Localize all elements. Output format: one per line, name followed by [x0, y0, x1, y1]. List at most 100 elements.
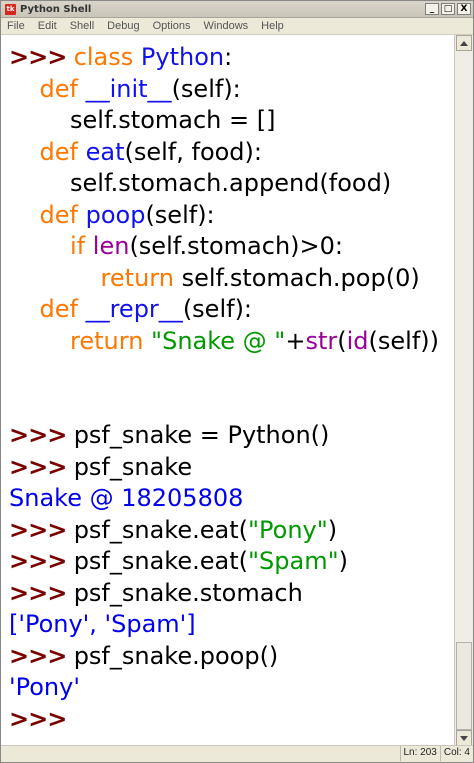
- menu-file[interactable]: File: [7, 20, 25, 32]
- shell-prompt: >>>: [9, 452, 74, 481]
- code-token: __init__: [85, 74, 172, 103]
- shell-line: def __init__(self):: [9, 74, 241, 104]
- menu-windows[interactable]: Windows: [204, 20, 249, 32]
- code-token: id: [346, 326, 369, 355]
- status-col: Col: 4: [439, 746, 473, 761]
- shell-line: self.stomach = []: [9, 105, 275, 135]
- shell-prompt: >>>: [9, 641, 74, 670]
- code-token: (self):: [182, 295, 253, 323]
- code-token: return: [70, 326, 152, 355]
- menu-edit[interactable]: Edit: [38, 20, 57, 32]
- code-token: psf_snake.eat(: [73, 547, 248, 575]
- scroll-track[interactable]: [455, 51, 473, 730]
- shell-line: def __repr__(self):: [9, 294, 253, 324]
- maximize-button[interactable]: □: [441, 3, 455, 15]
- code-token: if: [70, 232, 93, 260]
- shell-prompt: >>>: [9, 578, 74, 607]
- title-left: tk Python Shell: [1, 3, 92, 15]
- code-token: psf_snake.poop(): [73, 641, 279, 670]
- scroll-up-button[interactable]: [456, 35, 472, 51]
- code-token: Snake @ 18205808: [9, 484, 244, 512]
- shell-line: ['Pony', 'Spam']: [9, 609, 196, 639]
- shell-line: >>> psf_snake.poop(): [9, 641, 278, 671]
- code-token: Python: [140, 43, 225, 71]
- menu-bar: File Edit Shell Debug Options Windows He…: [1, 18, 473, 35]
- code-token: def: [39, 200, 86, 229]
- arrow-down-icon: [460, 735, 468, 741]
- code-token: "Spam": [247, 547, 339, 575]
- code-token: def: [39, 295, 86, 323]
- python-shell-window: tk Python Shell _ □ X File Edit Shell De…: [0, 0, 474, 763]
- code-token: len: [92, 232, 130, 260]
- shell-text-area[interactable]: >>> class Python: def __init__(self): se…: [1, 35, 455, 746]
- shell-line: >>>: [9, 704, 74, 734]
- shell-line: >>> psf_snake: [9, 452, 192, 482]
- shell-line: return "Snake @ "+str(id(self)): [9, 326, 439, 356]
- code-token: (self.stomach)>0:: [129, 232, 343, 260]
- shell-line: >>> psf_snake.stomach: [9, 578, 303, 608]
- shell-prompt: >>>: [9, 704, 74, 733]
- code-token: eat: [85, 137, 125, 166]
- shell-prompt: >>>: [9, 547, 74, 575]
- code-token: (self):: [171, 74, 241, 103]
- shell-prompt: >>>: [9, 515, 74, 544]
- code-token: ): [327, 515, 338, 544]
- window-controls: _ □ X: [425, 3, 473, 15]
- code-token: psf_snake: [73, 452, 193, 481]
- scroll-down-button[interactable]: [456, 730, 472, 746]
- menu-help[interactable]: Help: [261, 20, 284, 32]
- status-bar: Ln: 203 Col: 4: [1, 745, 473, 762]
- code-token: "Snake @ ": [151, 326, 286, 355]
- shell-prompt: >>>: [9, 421, 74, 449]
- shell-line: def poop(self):: [9, 200, 215, 230]
- code-token: def: [39, 74, 86, 103]
- code-token: ['Pony', 'Spam']: [9, 610, 196, 638]
- window-title: Python Shell: [20, 3, 92, 15]
- code-token: class: [73, 43, 141, 71]
- code-token: (self, food):: [124, 137, 262, 166]
- shell-line: self.stomach.append(food): [9, 168, 391, 198]
- code-token: psf_snake = Python(): [73, 421, 330, 449]
- shell-line: 'Pony': [9, 672, 80, 702]
- menu-shell[interactable]: Shell: [70, 20, 94, 32]
- shell-line: >>> psf_snake.eat("Spam"): [9, 546, 348, 576]
- scroll-thumb[interactable]: [456, 641, 472, 730]
- code-token: self.stomach = []: [9, 106, 276, 134]
- code-token: (: [337, 326, 347, 355]
- tk-feather-icon: tk: [5, 3, 16, 15]
- shell-line: if len(self.stomach)>0:: [9, 231, 343, 261]
- code-token: psf_snake.eat(: [73, 515, 248, 544]
- code-token: :: [224, 43, 233, 71]
- code-token: __repr__: [85, 295, 183, 323]
- shell-line: >>> psf_snake.eat("Pony"): [9, 515, 337, 545]
- status-line: Ln: 203: [399, 746, 440, 761]
- code-token: (self):: [145, 200, 215, 229]
- code-token: +: [285, 326, 306, 355]
- title-bar[interactable]: tk Python Shell _ □ X: [1, 1, 473, 18]
- close-button[interactable]: X: [457, 3, 471, 15]
- code-token: (self)): [368, 326, 439, 355]
- shell-prompt: >>>: [9, 43, 74, 71]
- code-token: def: [39, 137, 86, 166]
- menu-debug[interactable]: Debug: [107, 20, 139, 32]
- code-token: self.stomach.pop(0): [181, 263, 420, 292]
- code-token: self.stomach.append(food): [9, 169, 392, 197]
- code-token: return: [100, 263, 182, 292]
- shell-line: >>> class Python:: [9, 42, 232, 72]
- code-token: ): [338, 547, 348, 575]
- code-token: poop: [85, 200, 146, 229]
- shell-line: def eat(self, food):: [9, 137, 262, 167]
- code-token: "Pony": [247, 515, 328, 544]
- shell-line: return self.stomach.pop(0): [9, 263, 420, 293]
- minimize-button[interactable]: _: [425, 3, 439, 15]
- menu-options[interactable]: Options: [153, 20, 191, 32]
- shell-line: >>> psf_snake = Python(): [9, 420, 329, 450]
- vertical-scrollbar[interactable]: [454, 35, 473, 746]
- code-token: psf_snake.stomach: [73, 578, 303, 607]
